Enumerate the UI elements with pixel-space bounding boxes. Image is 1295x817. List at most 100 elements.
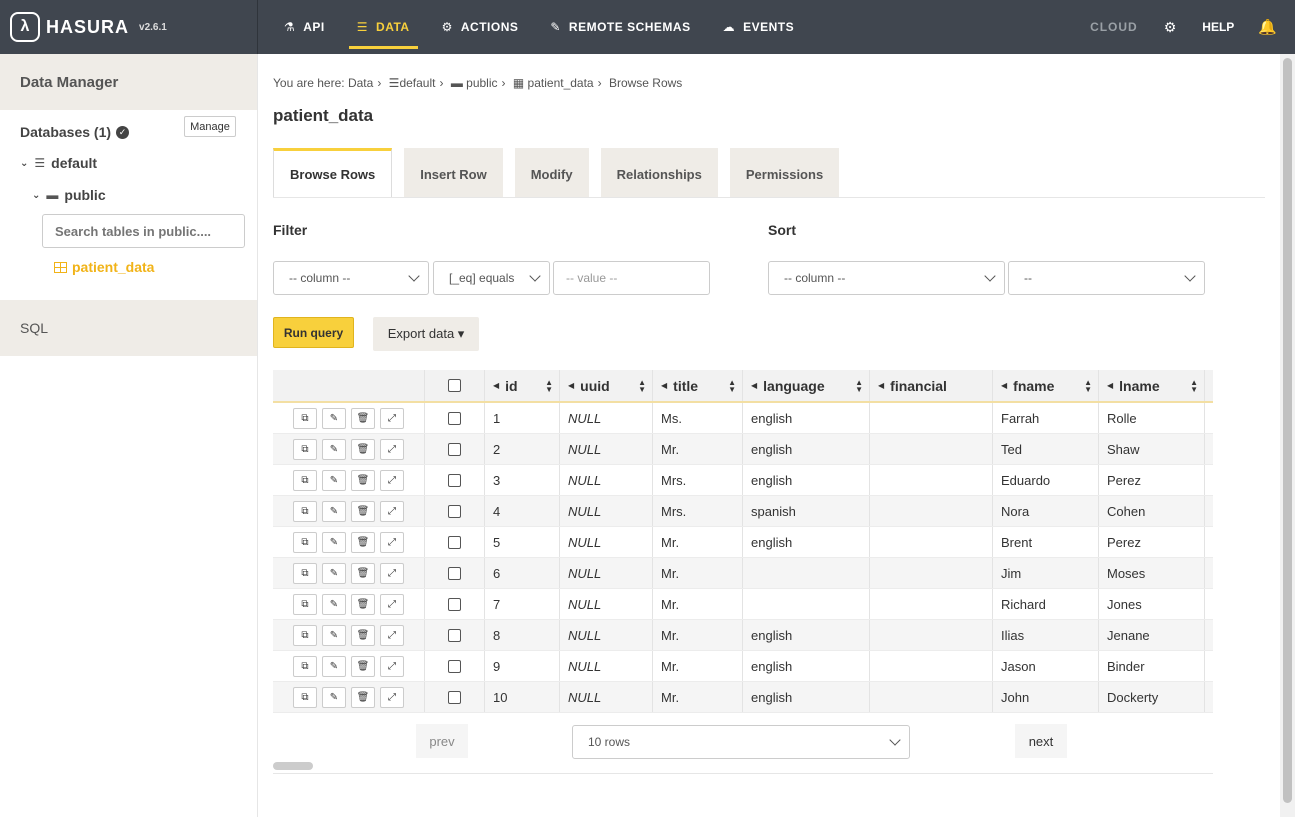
breadcrumb-default[interactable]: default [399,76,435,90]
cell-fname[interactable]: Ilias [993,620,1099,650]
cell-financial[interactable] [870,527,993,557]
cell-id[interactable]: 7 [485,589,560,619]
trash-icon[interactable]: 🗑 [351,686,375,708]
cell-id[interactable]: 4 [485,496,560,526]
expand-icon[interactable]: ⤢ [380,686,404,708]
cell-fname[interactable]: Richard [993,589,1099,619]
edit-icon[interactable]: ✎ [322,438,346,460]
edit-icon[interactable]: ✎ [322,500,346,522]
tree-database-default[interactable]: ⌄ ☰ default [20,155,97,171]
cell-language[interactable]: english [743,651,870,681]
settings-gear-icon[interactable]: ⚙ [1164,19,1177,36]
cell-financial[interactable] [870,403,993,433]
cell-lname[interactable]: Rolle [1099,403,1205,433]
nav-events[interactable]: ☁ EVENTS [715,0,803,54]
cell-fname[interactable]: Eduardo [993,465,1099,495]
cell-language[interactable] [743,589,870,619]
edit-icon[interactable]: ✎ [322,655,346,677]
row-checkbox[interactable] [448,504,461,518]
sidebar-item-patient-data[interactable]: patient_data [54,259,154,275]
sort-icon[interactable]: ▲ ▼ [545,379,553,394]
cell-lname[interactable]: Dockerty [1099,682,1205,712]
notification-bell-icon[interactable]: 🔔 [1258,18,1277,36]
cell-financial[interactable] [870,434,993,464]
trash-icon[interactable]: 🗑 [351,438,375,460]
cell-id[interactable]: 2 [485,434,560,464]
cell-title[interactable]: Mr. [653,558,743,588]
cell-title[interactable]: Mr. [653,434,743,464]
row-checkbox[interactable] [448,442,461,456]
row-checkbox[interactable] [448,566,461,580]
cell-financial[interactable] [870,651,993,681]
clone-icon[interactable]: ⧉ [293,531,317,553]
cell-lname[interactable]: Cohen [1099,496,1205,526]
nav-actions[interactable]: ⚙ ACTIONS [434,0,527,54]
sort-icon[interactable]: ▲ ▼ [638,379,646,394]
trash-icon[interactable]: 🗑 [351,655,375,677]
nav-data[interactable]: ☰ DATA [348,0,418,54]
tab-browse-rows[interactable]: Browse Rows [273,148,393,197]
trash-icon[interactable]: 🗑 [351,531,375,553]
clone-icon[interactable]: ⧉ [293,407,317,429]
sort-order-select[interactable]: -- [1008,261,1205,295]
nav-cloud[interactable]: CLOUD [1090,20,1138,34]
cell-uuid[interactable]: NULL [560,434,653,464]
breadcrumb-public[interactable]: public [466,76,497,90]
cell-uuid[interactable]: NULL [560,496,653,526]
row-checkbox[interactable] [448,659,461,673]
expand-icon[interactable]: ⤢ [380,624,404,646]
edit-icon[interactable]: ✎ [322,407,346,429]
cell-id[interactable]: 6 [485,558,560,588]
cell-fname[interactable]: Ted [993,434,1099,464]
row-checkbox[interactable] [448,690,461,704]
trash-icon[interactable]: 🗑 [351,593,375,615]
cell-uuid[interactable]: NULL [560,403,653,433]
clone-icon[interactable]: ⧉ [293,438,317,460]
sort-icon[interactable]: ▲ ▼ [1084,379,1092,394]
cell-financial[interactable] [870,589,993,619]
header-title[interactable]: ◀ title ▲ ▼ [653,370,743,401]
cell-language[interactable] [743,558,870,588]
cell-fname[interactable]: Farrah [993,403,1099,433]
header-lname[interactable]: ◀ lname ▲ ▼ [1099,370,1205,401]
cell-lname[interactable]: Binder [1099,651,1205,681]
cell-id[interactable]: 3 [485,465,560,495]
cell-title[interactable]: Ms. [653,403,743,433]
expand-icon[interactable]: ⤢ [380,593,404,615]
cell-id[interactable]: 9 [485,651,560,681]
cell-uuid[interactable]: NULL [560,589,653,619]
cell-financial[interactable] [870,496,993,526]
cell-fname[interactable]: Brent [993,527,1099,557]
nav-help[interactable]: HELP [1202,20,1234,34]
nav-remote-schemas[interactable]: ✎ REMOTE SCHEMAS [542,0,698,54]
cell-fname[interactable]: Jason [993,651,1099,681]
sort-icon[interactable]: ▲ ▼ [1190,379,1198,394]
cell-id[interactable]: 10 [485,682,560,712]
scrollbar-thumb[interactable] [1283,58,1292,803]
cell-title[interactable]: Mr. [653,620,743,650]
edit-icon[interactable]: ✎ [322,624,346,646]
row-checkbox[interactable] [448,535,461,549]
cell-title[interactable]: Mrs. [653,465,743,495]
clone-icon[interactable]: ⧉ [293,593,317,615]
tab-modify[interactable]: Modify [514,148,589,197]
cell-fname[interactable]: Jim [993,558,1099,588]
cell-fname[interactable]: Nora [993,496,1099,526]
trash-icon[interactable]: 🗑 [351,469,375,491]
filter-column-select[interactable]: -- column -- [273,261,429,295]
trash-icon[interactable]: 🗑 [351,562,375,584]
cell-id[interactable]: 5 [485,527,560,557]
cell-language[interactable]: spanish [743,496,870,526]
row-checkbox[interactable] [448,628,461,642]
export-data-button[interactable]: Export data ▾ [373,317,479,351]
next-page-button[interactable]: next [1015,724,1067,758]
trash-icon[interactable]: 🗑 [351,500,375,522]
edit-icon[interactable]: ✎ [322,531,346,553]
row-checkbox[interactable] [448,473,461,487]
header-language[interactable]: ◀ language ▲ ▼ [743,370,870,401]
row-checkbox[interactable] [448,597,461,611]
clone-icon[interactable]: ⧉ [293,562,317,584]
header-id[interactable]: ◀ id ▲ ▼ [485,370,560,401]
expand-icon[interactable]: ⤢ [380,438,404,460]
cell-language[interactable]: english [743,620,870,650]
